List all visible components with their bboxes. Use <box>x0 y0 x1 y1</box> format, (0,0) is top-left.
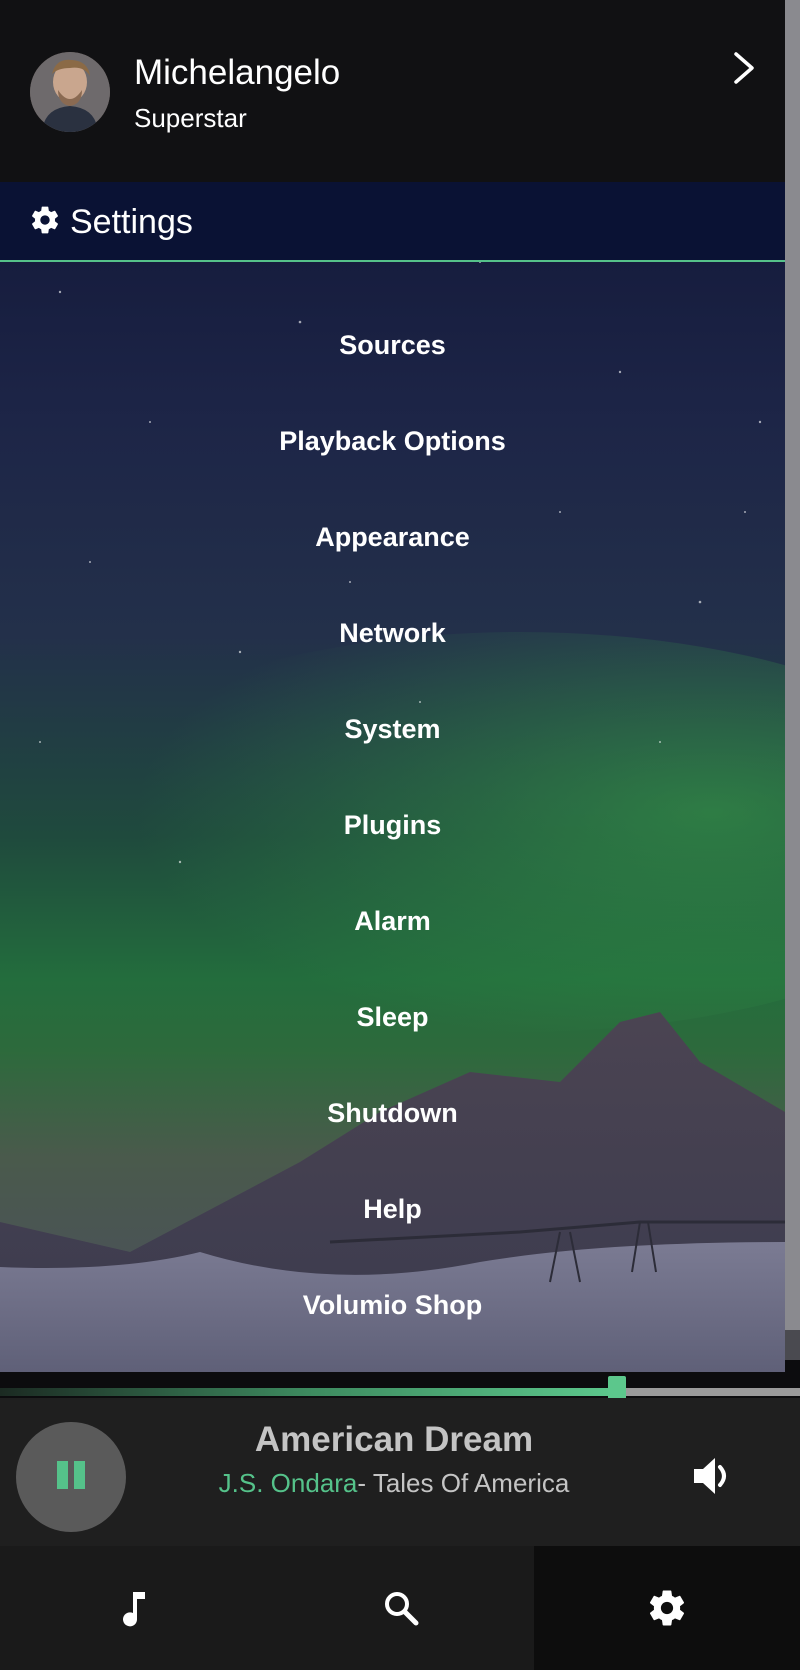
menu-item-appearance[interactable]: Appearance <box>0 519 785 555</box>
track-separator: - <box>357 1468 373 1498</box>
seek-bar-progress <box>0 1388 616 1396</box>
menu-item-shutdown[interactable]: Shutdown <box>0 1095 785 1131</box>
tab-settings[interactable] <box>534 1546 800 1670</box>
user-avatar <box>30 52 110 132</box>
pause-icon <box>57 1461 85 1489</box>
tab-search[interactable] <box>267 1546 534 1670</box>
menu-item-network[interactable]: Network <box>0 615 785 651</box>
user-subtitle: Superstar <box>134 103 247 133</box>
gear-icon <box>649 1590 685 1626</box>
scrollbar-thumb[interactable] <box>785 0 800 1330</box>
music-note-icon <box>122 1592 145 1627</box>
menu-item-system[interactable]: System <box>0 711 785 747</box>
menu-item-plugins[interactable]: Plugins <box>0 807 785 843</box>
menu-item-help[interactable]: Help <box>0 1191 785 1227</box>
pause-button[interactable] <box>16 1422 126 1532</box>
settings-header: Settings <box>0 182 785 262</box>
now-playing-bar: American Dream J.S. Ondara- Tales Of Ame… <box>0 1398 800 1546</box>
menu-item-sleep[interactable]: Sleep <box>0 999 785 1035</box>
menu-item-volumio-shop[interactable]: Volumio Shop <box>0 1287 785 1323</box>
track-subtitle: J.S. Ondara- Tales Of America <box>130 1468 658 1499</box>
menu-item-playback-options[interactable]: Playback Options <box>0 423 785 459</box>
search-icon <box>384 1592 418 1626</box>
profile-header[interactable]: Michelangelo Superstar <box>0 0 785 182</box>
bottom-navigation <box>0 1546 800 1670</box>
track-artist[interactable]: J.S. Ondara <box>219 1468 358 1498</box>
volume-icon[interactable] <box>690 1454 734 1498</box>
tab-browse[interactable] <box>0 1546 267 1670</box>
chevron-right-icon[interactable] <box>728 48 760 88</box>
menu-item-sources[interactable]: Sources <box>0 327 785 363</box>
menu-item-alarm[interactable]: Alarm <box>0 903 785 939</box>
track-title[interactable]: American Dream <box>130 1420 658 1460</box>
user-name: Michelangelo <box>134 53 341 92</box>
settings-title: Settings <box>70 203 193 241</box>
gear-icon <box>32 206 58 234</box>
track-album[interactable]: Tales Of America <box>373 1468 570 1498</box>
